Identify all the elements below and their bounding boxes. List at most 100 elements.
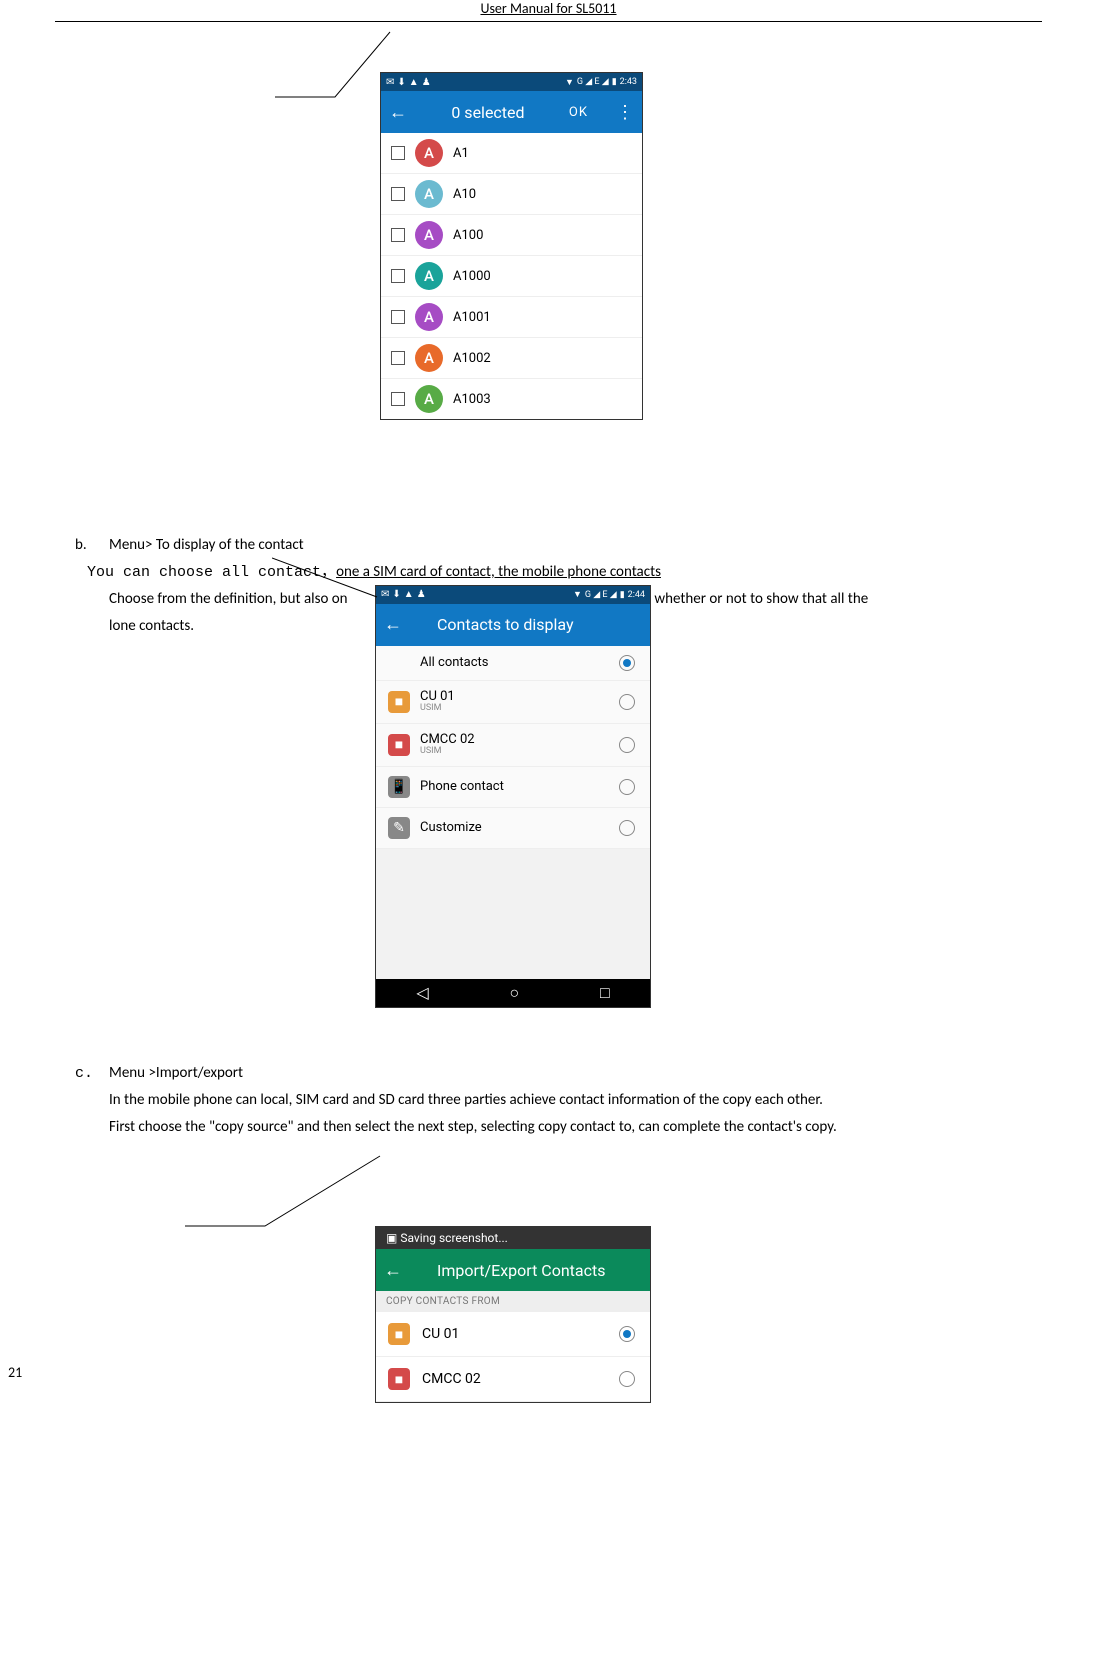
overflow-menu-icon[interactable]: ⋮: [616, 108, 634, 117]
line-b1: You can choose all contact，one a SIM car…: [87, 559, 1042, 586]
nav-recent-icon[interactable]: □: [600, 979, 610, 1008]
source-label: CMCC 02: [422, 1371, 619, 1387]
copy-source-list: ■CU 01 ■ CMCC 02: [376, 1312, 650, 1402]
screenshot-icon: ▣: [386, 1231, 400, 1245]
status-right-icons-2: ▼ G ◢ E ◢ ▮ 2:44: [573, 587, 645, 603]
download-icon: ⬇: [397, 77, 405, 88]
warning-icon: ▲: [409, 77, 419, 88]
display-option-row[interactable]: 📱Phone contact: [376, 767, 650, 808]
source-icon: ■: [388, 1368, 410, 1390]
contact-avatar: A: [415, 180, 443, 208]
contact-row[interactable]: A A1: [381, 133, 642, 174]
ok-button[interactable]: OK: [569, 105, 588, 120]
status-bar-2: ✉ ⬇ ▲ ♟ ▼ G ◢ E ◢ ▮ 2:44: [376, 586, 650, 604]
bullet-b: b.: [75, 532, 109, 559]
radio-button[interactable]: [619, 655, 635, 671]
display-filter-list: All contacts■CU 01USIM■CMCC 02USIM📱Phone…: [376, 646, 650, 849]
screenshot-contacts-to-display: ✉ ⬇ ▲ ♟ ▼ G ◢ E ◢ ▮ 2:44 ← Contacts to d…: [375, 585, 651, 1008]
contact-avatar: A: [415, 262, 443, 290]
option-label: CMCC 02: [420, 733, 619, 747]
contact-row[interactable]: AA100: [381, 215, 642, 256]
bullet-c: c.: [75, 1060, 109, 1087]
battery-icon: ▮: [612, 77, 617, 87]
checkbox[interactable]: [391, 310, 405, 324]
network-icon: G ◢ E ◢: [585, 587, 617, 603]
empty-area: [376, 849, 650, 979]
contact-name: A1000: [453, 269, 491, 284]
back-icon[interactable]: ←: [384, 609, 402, 641]
contact-row[interactable]: A A1000: [381, 256, 642, 297]
saving-toast: ▣ Saving screenshot...: [376, 1227, 650, 1249]
contact-avatar: A: [415, 139, 443, 167]
radio-button[interactable]: [619, 1371, 635, 1387]
checkbox[interactable]: [391, 228, 405, 242]
display-option-row[interactable]: ■CMCC 02USIM: [376, 724, 650, 767]
nav-home-icon[interactable]: ○: [509, 979, 519, 1008]
display-option-row[interactable]: ■ CU 01USIM: [376, 681, 650, 724]
contact-row[interactable]: A A1003: [381, 379, 642, 419]
status-time: 2:44: [628, 587, 645, 603]
contact-avatar: A: [415, 221, 443, 249]
checkbox[interactable]: [391, 269, 405, 283]
status-bar: ✉ ⬇ ▲ ♟ ▼ G ◢ E ◢ ▮ 2:43: [381, 73, 642, 91]
contact-name: A1001: [453, 310, 491, 325]
source-icon: ■: [388, 691, 410, 713]
figure-3-container: ▣ Saving screenshot... ← Import/Export C…: [55, 1161, 1042, 1361]
page-header: User Manual for SL5011: [55, 0, 1042, 22]
contact-avatar: A: [415, 385, 443, 413]
checkbox[interactable]: [391, 146, 405, 160]
status-time: 2:43: [620, 77, 637, 87]
copy-source-row[interactable]: ■CU 01: [376, 1312, 650, 1357]
copy-source-row[interactable]: ■ CMCC 02: [376, 1357, 650, 1402]
screenshot-import-export: ▣ Saving screenshot... ← Import/Export C…: [375, 1226, 651, 1403]
section-b: b. Menu> To display of the contact You c…: [55, 532, 1042, 640]
network-icon: G ◢ E ◢: [577, 77, 609, 87]
source-icon: 📱: [388, 776, 410, 798]
warning-icon: ▲: [404, 586, 414, 604]
wifi-icon: ▼: [565, 77, 574, 88]
figure-1-container: ✉ ⬇ ▲ ♟ ▼ G ◢ E ◢ ▮ 2:43 ← 0 selected OK…: [55, 52, 1042, 452]
radio-button[interactable]: [619, 694, 635, 710]
section-c: c. Menu >Import/export In the mobile pho…: [55, 1060, 1042, 1141]
radio-button[interactable]: [619, 820, 635, 836]
wifi-icon: ▼: [573, 587, 582, 603]
battery-icon: ▮: [620, 587, 625, 603]
radio-button[interactable]: [619, 737, 635, 753]
person-icon: ♟: [417, 586, 426, 604]
topbar-title: 0 selected: [427, 103, 549, 122]
contact-name: A1003: [453, 392, 491, 407]
radio-button[interactable]: [619, 779, 635, 795]
back-icon[interactable]: ←: [384, 1260, 402, 1281]
top-bar-2: ← Contacts to display: [376, 604, 650, 646]
contact-name: A10: [453, 187, 476, 202]
topbar-title-3: Import/Export Contacts: [437, 1261, 605, 1280]
top-bar-3: ← Import/Export Contacts: [376, 1249, 650, 1291]
option-label: Customize: [420, 821, 619, 835]
contacts-list: AA1AA10AA100AA1000AA1001AA1002AA1003: [381, 133, 642, 419]
display-option-row[interactable]: ✎ Customize: [376, 808, 650, 849]
line-c1: In the mobile phone can local, SIM card …: [109, 1087, 1042, 1114]
contact-avatar: A: [415, 303, 443, 331]
checkbox[interactable]: [391, 187, 405, 201]
source-subtitle: USIM: [420, 704, 619, 714]
screenshot-contacts-select: ✉ ⬇ ▲ ♟ ▼ G ◢ E ◢ ▮ 2:43 ← 0 selected OK…: [380, 72, 643, 420]
nav-back-icon[interactable]: ◁: [416, 979, 428, 1008]
contact-row[interactable]: A A10: [381, 174, 642, 215]
checkbox[interactable]: [391, 351, 405, 365]
contact-row[interactable]: A A1002: [381, 338, 642, 379]
source-label: CU 01: [422, 1326, 619, 1342]
contact-name: A1002: [453, 351, 491, 366]
contact-row[interactable]: A A1001: [381, 297, 642, 338]
top-bar: ← 0 selected OK ⋮: [381, 91, 642, 133]
android-nav-bar: ◁ ○ □: [376, 979, 650, 1007]
display-option-row[interactable]: All contacts: [376, 646, 650, 681]
option-label: CU 01: [420, 690, 619, 704]
contact-name: A1: [453, 146, 469, 161]
source-icon: ✎: [388, 817, 410, 839]
option-label: All contacts: [420, 656, 619, 670]
person-icon: ♟: [422, 77, 431, 88]
checkbox[interactable]: [391, 392, 405, 406]
radio-button[interactable]: [619, 1326, 635, 1342]
contact-avatar: A: [415, 344, 443, 372]
source-icon: ■: [388, 734, 410, 756]
